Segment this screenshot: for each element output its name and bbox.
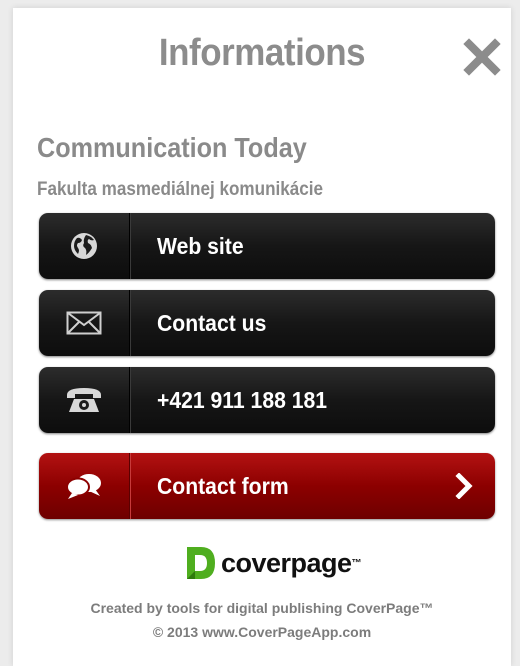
footer-website[interactable]: © 2013 www.CoverPageApp.com <box>13 624 511 640</box>
website-label: Web site <box>157 232 244 259</box>
contact-form-button[interactable]: Contact form <box>39 453 495 519</box>
info-panel: Informations Communication Today Fakulta… <box>13 8 511 666</box>
envelope-icon <box>66 311 102 335</box>
page-title: Informations <box>158 32 366 74</box>
globe-icon <box>71 233 97 259</box>
contact-form-label: Contact form <box>157 472 289 499</box>
coverpage-logo[interactable]: coverpage ™ <box>185 545 362 581</box>
contact-us-label: Contact us <box>157 309 267 336</box>
close-button[interactable] <box>461 36 503 78</box>
website-icon-cell <box>39 213 130 279</box>
footer-credits: Created by tools for digital publishing … <box>90 600 434 616</box>
coverpage-logo-mark <box>187 547 215 579</box>
close-icon <box>463 38 501 76</box>
chat-bubbles-icon <box>66 474 101 499</box>
website-button[interactable]: Web site <box>39 213 495 279</box>
phone-icon <box>67 388 101 412</box>
organization-subtitle: Fakulta masmediálnej komunikácie <box>37 179 324 200</box>
chevron-right-icon <box>455 473 473 499</box>
phone-icon-cell <box>39 367 130 433</box>
trademark-symbol: ™ <box>351 557 362 569</box>
phone-button[interactable]: +421 911 188 181 <box>39 367 495 433</box>
contact-us-button[interactable]: Contact us <box>39 290 495 356</box>
contact-us-icon-cell <box>39 290 130 356</box>
phone-label: +421 911 188 181 <box>157 386 328 413</box>
organization-name: Communication Today <box>37 132 307 163</box>
contact-form-icon-cell <box>39 453 130 519</box>
coverpage-wordmark: coverpage <box>221 547 352 578</box>
